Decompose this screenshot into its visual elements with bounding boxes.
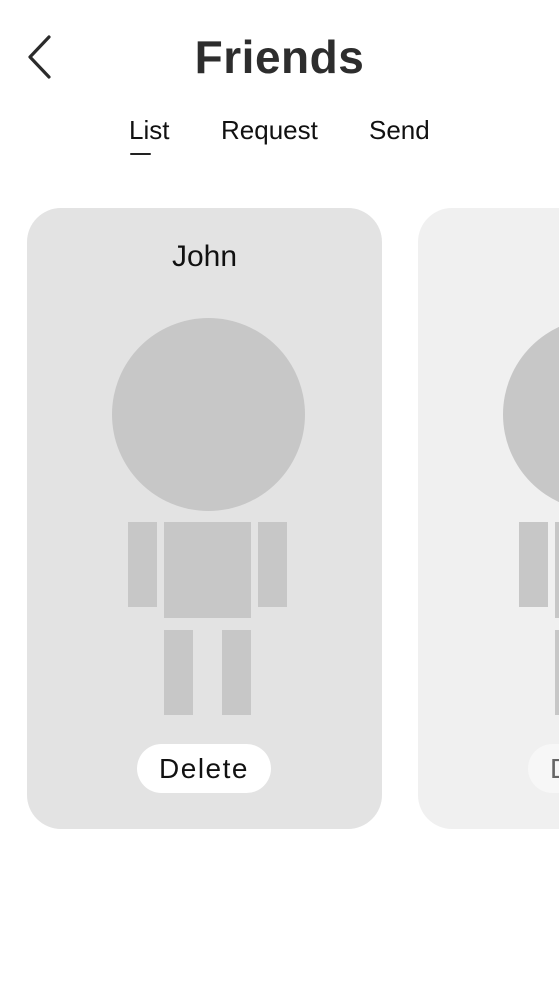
avatar-left-leg bbox=[555, 630, 559, 715]
person-placeholder-icon bbox=[418, 208, 559, 829]
friend-card-next[interactable]: Delete bbox=[418, 208, 559, 829]
page-title: Friends bbox=[194, 31, 365, 83]
avatar-left-arm bbox=[519, 522, 548, 607]
tab-request[interactable]: Request bbox=[221, 112, 318, 148]
tab-list[interactable]: List bbox=[129, 112, 169, 148]
friend-card-carousel[interactable]: John Delete Delete bbox=[0, 208, 559, 830]
avatar-torso bbox=[555, 522, 559, 618]
avatar-torso bbox=[164, 522, 251, 618]
avatar-right-leg bbox=[222, 630, 251, 715]
person-placeholder-icon bbox=[27, 208, 382, 829]
avatar-head bbox=[503, 318, 559, 511]
avatar-right-arm bbox=[258, 522, 287, 607]
avatar-left-leg bbox=[164, 630, 193, 715]
active-tab-indicator bbox=[130, 153, 151, 155]
friend-card[interactable]: John Delete bbox=[27, 208, 382, 829]
avatar-left-arm bbox=[128, 522, 157, 607]
app-header: Friends bbox=[0, 0, 559, 110]
delete-button[interactable]: Delete bbox=[137, 744, 271, 793]
tab-send[interactable]: Send bbox=[369, 112, 430, 148]
tab-bar: List Request Send bbox=[0, 108, 559, 168]
avatar-head bbox=[112, 318, 305, 511]
